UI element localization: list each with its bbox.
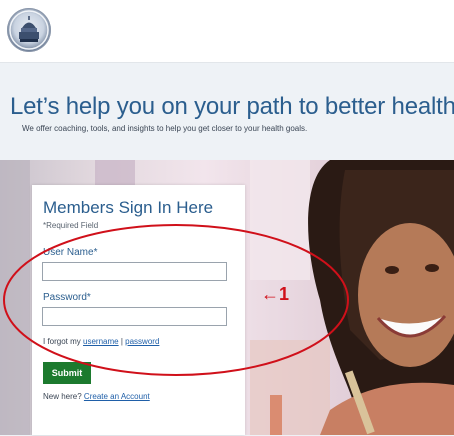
forgot-username-link[interactable]: username: [83, 337, 119, 346]
forgot-separator: |: [120, 337, 123, 346]
forgot-password-link[interactable]: password: [125, 337, 159, 346]
new-here-text: New here?: [43, 392, 82, 401]
forgot-credentials-row: I forgot my username | password: [43, 337, 159, 346]
forgot-prefix-text: I forgot my: [43, 337, 81, 346]
sign-in-card: Members Sign In Here *Required Field Use…: [32, 185, 245, 435]
username-input[interactable]: [42, 262, 227, 281]
page-subtext: We offer coaching, tools, and insights t…: [22, 124, 308, 133]
new-here-row: New here? Create an Account: [43, 392, 150, 401]
sign-in-title: Members Sign In Here: [43, 198, 214, 217]
username-label: User Name*: [43, 247, 98, 258]
password-input[interactable]: [42, 307, 227, 326]
state-capitol-seal-icon[interactable]: [7, 8, 51, 52]
password-label: Password*: [43, 292, 91, 303]
page-headline: Let’s help you on your path to better he…: [10, 93, 454, 120]
annotation-arrow-label: ←1: [261, 284, 290, 304]
required-field-note: *Required Field: [43, 221, 99, 230]
create-account-link[interactable]: Create an Account: [84, 392, 150, 401]
site-header: [0, 0, 454, 62]
submit-button[interactable]: Submit: [43, 362, 91, 384]
